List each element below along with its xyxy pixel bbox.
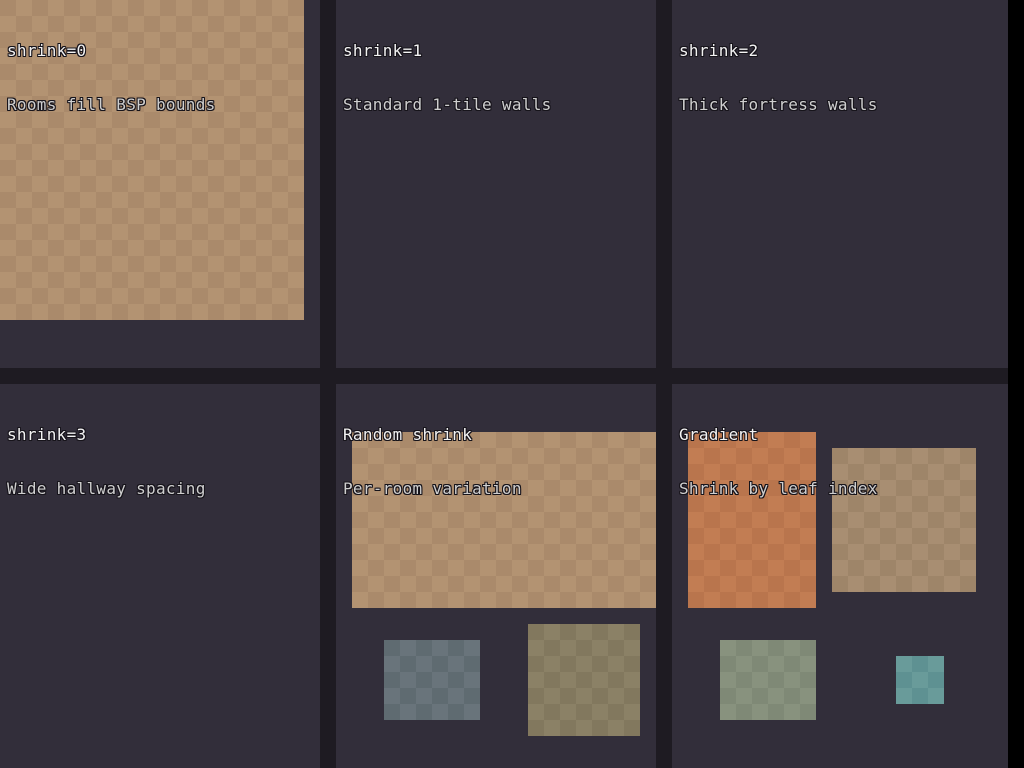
panel-subtitle: Per-room variation — [343, 480, 522, 498]
room — [528, 624, 640, 736]
room — [384, 640, 480, 720]
panel-subtitle: Shrink by leaf index — [679, 480, 878, 498]
panel-label-block: shrink=0 Rooms fill BSP bounds — [7, 6, 216, 150]
row-gap-band — [0, 368, 1024, 384]
room — [720, 640, 816, 720]
panel-shrink-2: shrink=2 Thick fortress walls — [672, 0, 1008, 368]
panel-label-block: shrink=1 Standard 1-tile walls — [343, 6, 552, 150]
panel-gradient: Gradient Shrink by leaf index — [672, 384, 1008, 768]
panel-title: Gradient — [679, 426, 878, 444]
panel-subtitle: Wide hallway spacing — [7, 480, 206, 498]
panel-title: shrink=3 — [7, 426, 206, 444]
right-black-strip — [1008, 0, 1024, 768]
panel-subtitle: Rooms fill BSP bounds — [7, 96, 216, 114]
panel-label-block: shrink=3 Wide hallway spacing — [7, 390, 206, 534]
panel-shrink-1: shrink=1 Standard 1-tile walls — [336, 0, 656, 368]
panel-random-shrink: Random shrink Per-room variation — [336, 384, 656, 768]
panel-title: shrink=1 — [343, 42, 552, 60]
panel-subtitle: Standard 1-tile walls — [343, 96, 552, 114]
panel-subtitle: Thick fortress walls — [679, 96, 878, 114]
panel-title: shrink=2 — [679, 42, 878, 60]
panel-label-block: shrink=2 Thick fortress walls — [679, 6, 878, 150]
room — [896, 656, 944, 704]
panel-title: shrink=0 — [7, 42, 216, 60]
panel-label-block: Random shrink Per-room variation — [343, 390, 522, 534]
panel-title: Random shrink — [343, 426, 522, 444]
bsp-shrink-demo-canvas: shrink=0 Rooms fill BSP bounds shrink=1 … — [0, 0, 1024, 768]
panel-shrink-0: shrink=0 Rooms fill BSP bounds — [0, 0, 320, 368]
panel-label-block: Gradient Shrink by leaf index — [679, 390, 878, 534]
panel-shrink-3: shrink=3 Wide hallway spacing — [0, 384, 320, 768]
